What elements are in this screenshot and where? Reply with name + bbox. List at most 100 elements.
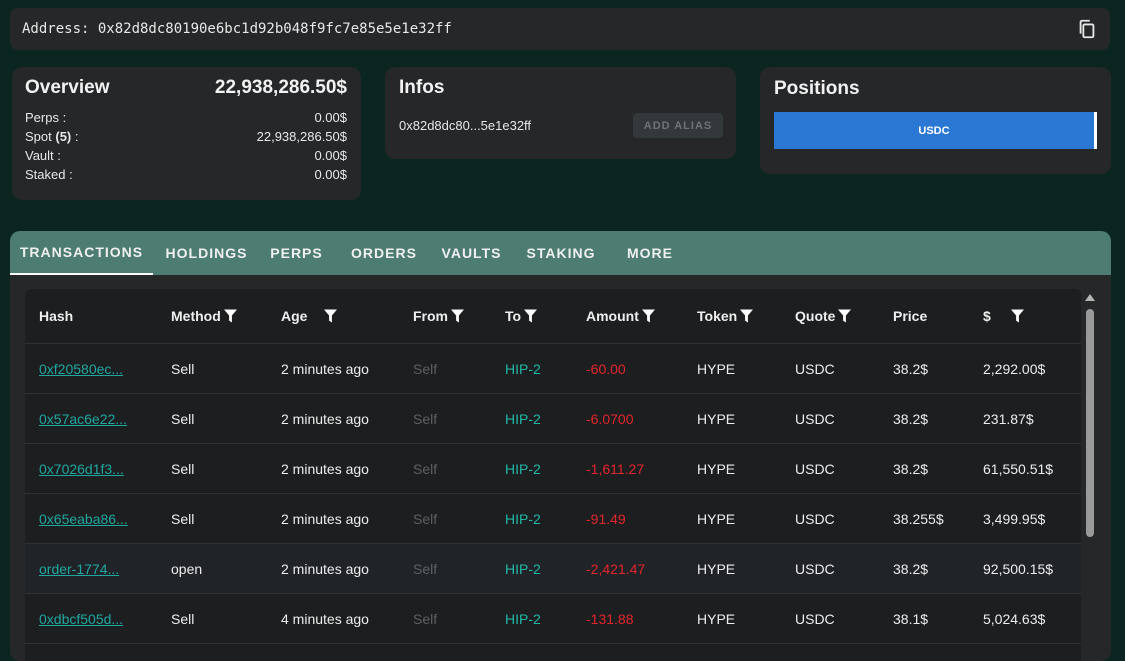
position-bar-label: USDC [918,124,950,137]
tab-transactions[interactable]: TRANSACTIONS [10,231,153,275]
tab-perps[interactable]: PERPS [260,231,333,275]
cell-hash[interactable]: 0xf20580ec... [25,361,157,377]
filter-icon[interactable] [524,309,538,323]
column-header-age: Age [267,308,399,324]
column-header-from: From [399,308,491,324]
filter-icon[interactable] [223,309,237,323]
column-header-to: To [491,308,572,324]
overview-row-value: 0.00$ [314,167,347,182]
cell-age: 2 minutes ago [281,360,369,377]
cell-amount: -91.49 [586,510,626,527]
cell-to: HIP-2 [505,560,541,577]
cell-age: 2 minutes ago [281,560,369,577]
cell-quote: USDC [795,460,835,477]
overview-title: Overview [25,77,110,98]
cell-quote: USDC [795,560,835,577]
cell-usd: 3,499.95$ [983,510,1046,527]
cell-age: 4 minutes ago [281,610,369,627]
cell-hash[interactable]: order-1774... [25,561,157,577]
column-header-token: Token [683,308,781,324]
column-header-label: Amount [586,308,639,324]
column-header-method: Method [157,308,267,324]
filter-icon[interactable] [324,309,338,323]
filter-icon[interactable] [1010,309,1024,323]
table-scrollbar[interactable] [1083,289,1097,661]
overview-row: Vault : 0.00$ [25,146,347,165]
cell-price: 38.2$ [893,360,929,377]
cell-token: HYPE [697,410,736,427]
cell-hash[interactable]: 0xdbcf505d... [25,611,157,627]
column-header-price: Price [879,308,969,324]
overview-card: Overview 22,938,286.50$ Perps : 0.00$ Spot… [12,67,361,200]
overview-row-label: Spot (5) : [25,127,78,146]
overview-row-value: 0.00$ [314,148,347,163]
cell-price: 38.2$ [893,560,929,577]
cell-from: Self [413,610,438,627]
column-header-label: Method [171,308,221,324]
table-row: 0x57ac6e22... Sell 2 minutes ago Self HIP-2 -… [25,394,1081,444]
filter-icon[interactable] [641,309,655,323]
cell-from: Self [413,510,438,527]
cell-token: HYPE [697,610,736,627]
tab-more[interactable]: MORE [614,231,686,275]
table-row: 0xf20580ec... Sell 2 minutes ago Self HIP-2 -… [25,344,1081,394]
cell-price: 38.255$ [893,510,944,527]
cell-price: 38.2$ [893,460,929,477]
positions-card: Positions USDC [760,67,1111,174]
cell-method: Sell [171,460,195,477]
infos-card: Infos 0x82d8dc80...5e1e32ff ADD ALIAS [385,67,736,159]
cell-to: HIP-2 [505,360,541,377]
overview-row-label: Vault : [25,146,61,165]
tab-vaults[interactable]: VAULTS [435,231,508,275]
cell-hash[interactable]: 0x57ac6e22... [25,411,157,427]
overview-row-suffix: : [71,129,79,144]
cell-hash[interactable]: 0x65eaba86... [25,511,157,527]
position-bar-usdc[interactable]: USDC [774,112,1097,149]
cell-token: HYPE [697,510,736,527]
filter-icon[interactable] [740,309,754,323]
tab-orders[interactable]: ORDERS [333,231,435,275]
cell-amount: -131.88 [586,610,634,627]
transactions-panel: TRANSACTIONS HOLDINGS PERPS ORDERS VAULTS STA… [10,231,1111,661]
cell-hash[interactable]: 0x7026d1f3... [25,461,157,477]
overview-row-label: Perps : [25,108,66,127]
cell-token: HYPE [697,460,736,477]
scroll-up-arrow-icon[interactable] [1085,294,1095,301]
tab-holdings[interactable]: HOLDINGS [153,231,260,275]
cell-method: open [171,560,203,577]
overview-row: Spot (5) : 22,938,286.50$ [25,127,347,146]
cell-age: 2 minutes ago [281,410,369,427]
cell-from: Self [413,560,438,577]
infos-title: Infos [399,77,445,98]
cell-quote: USDC [795,610,835,627]
cell-amount: -6.0700 [586,410,634,427]
cell-amount: -2,421.47 [586,560,646,577]
column-header-label: Age [281,308,308,324]
cell-usd: 5,024.63$ [983,610,1046,627]
add-alias-button[interactable]: ADD ALIAS [633,113,723,138]
cell-usd: 61,550.51$ [983,460,1054,477]
cell-token: HYPE [697,360,736,377]
column-header-label: From [413,308,448,324]
cell-usd: 92,500.15$ [983,560,1054,577]
copy-icon[interactable] [1076,18,1098,40]
column-header-amount: Amount [572,308,683,324]
filter-icon[interactable] [838,309,852,323]
scroll-thumb[interactable] [1086,309,1094,537]
table-body: 0xf20580ec... Sell 2 minutes ago Self HIP-2 -… [25,344,1081,644]
positions-title: Positions [774,78,860,99]
cell-price: 38.1$ [893,610,929,627]
cell-token: HYPE [697,560,736,577]
table-row: order-1774... open 2 minutes ago Self HIP-2 -… [25,544,1081,594]
transactions-table: Hash Method Age From To Amount Token Quote Price… [25,289,1081,661]
column-header-label: Hash [39,308,74,324]
tab-staking[interactable]: STAKING [508,231,614,275]
overview-rows: Perps : 0.00$ Spot (5) : 22,938,286.50$ Vaul… [25,108,347,184]
cell-amount: -1,611.27 [586,460,645,477]
overview-row-label-text: Staked : [25,167,73,182]
filter-icon[interactable] [451,309,464,323]
cell-method: Sell [171,610,195,627]
column-header-label: Price [893,308,928,324]
overview-total: 22,938,286.50$ [214,77,347,98]
cell-method: Sell [171,410,195,427]
